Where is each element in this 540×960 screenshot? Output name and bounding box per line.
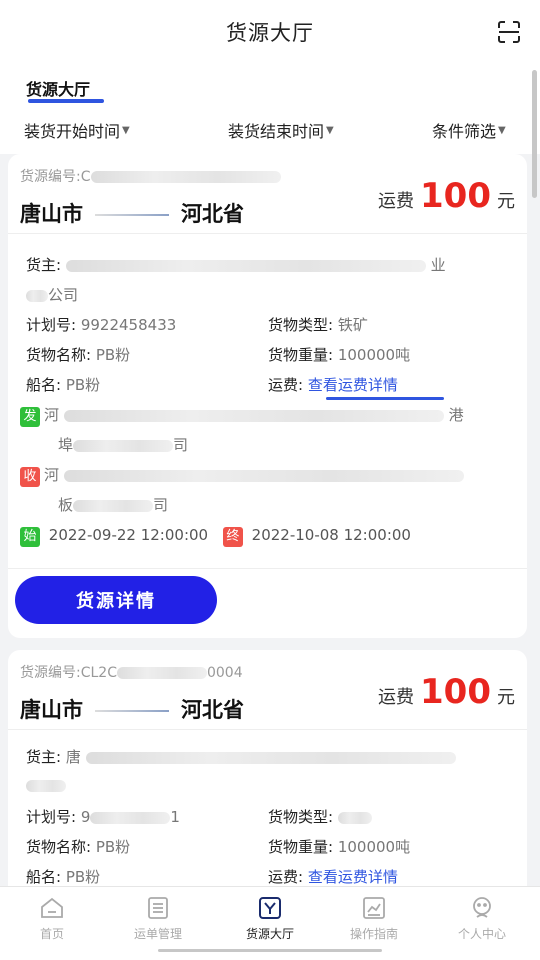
plan-number: 计划号: 9922458433 (26, 316, 177, 334)
divider (8, 568, 527, 569)
receive-address: 收河 (20, 464, 464, 487)
caret-down-icon: ▼ (326, 124, 334, 136)
caret-down-icon: ▼ (498, 124, 506, 136)
redacted-text (90, 171, 281, 183)
shipper-line2: 公司 (26, 284, 78, 305)
home-icon (41, 897, 63, 918)
fee-detail: 运费: 查看运费详情 (268, 376, 398, 394)
nav-cargo-hall[interactable]: 货源大厅 (224, 895, 316, 942)
route: 唐山市 河北省 (20, 198, 244, 228)
cargo-card: 货源编号:CL2C 0004 唐山市 河北省 运费 100 元 货主: 唐 计划号… (8, 650, 527, 886)
ship-name: 船名: PB粉 (26, 376, 101, 394)
scan-icon[interactable] (498, 21, 520, 43)
filter-conditions[interactable]: 条件筛选 ▼ (432, 118, 506, 142)
nav-waybill[interactable]: 运单管理 (112, 895, 204, 942)
receive-address-line2: 板司 (58, 496, 169, 514)
page-title: 货源大厅 (226, 21, 314, 45)
send-address-line2: 埠司 (58, 436, 189, 454)
end-time: 2022-10-08 12:00:00 (251, 526, 411, 544)
nav-label: 货源大厅 (245, 927, 294, 941)
view-fee-detail-link[interactable]: 查看运费详情 (308, 868, 398, 886)
cargo-detail-button[interactable]: 货源详情 (15, 576, 217, 624)
redacted-text (26, 779, 66, 792)
cargo-code: 货源编号:C (20, 166, 281, 186)
cargo-card: 货源编号:C 唐山市 河北省 运费 100 元 货主: 业 公司 计划号: 99… (8, 154, 527, 638)
cargo-type: 货物类型: (268, 806, 372, 827)
ship-name: 船名: PB粉 (26, 868, 101, 886)
redacted-text (116, 667, 207, 679)
filter-label: 条件筛选 (432, 122, 497, 141)
cargo-name: 货物名称: PB粉 (26, 838, 131, 856)
nav-label: 个人中心 (457, 927, 506, 941)
card-header: 货源编号:CL2C 0004 唐山市 河北省 运费 100 元 (8, 650, 527, 730)
filter-load-start-time[interactable]: 装货开始时间 ▼ (24, 118, 130, 142)
filter-load-end-time[interactable]: 装货结束时间 ▼ (228, 118, 334, 142)
shipper: 货主: 唐 (26, 746, 456, 767)
scrollbar[interactable] (532, 70, 537, 198)
cargo-hall-icon (259, 897, 281, 919)
shipper-line2 (26, 776, 66, 794)
filter-label: 装货开始时间 (24, 122, 121, 141)
fee-value: 100 (420, 672, 491, 712)
redacted-text (337, 811, 372, 824)
filter-row: 装货开始时间 ▼ 装货结束时间 ▼ 条件筛选 ▼ (0, 114, 540, 144)
route-from: 唐山市 (20, 698, 83, 722)
tab-cargo-hall[interactable]: 货源大厅 (26, 76, 90, 100)
cargo-weight: 货物重量: 100000吨 (268, 346, 411, 364)
nav-label: 运单管理 (133, 927, 182, 941)
view-fee-detail-link[interactable]: 查看运费详情 (308, 376, 398, 394)
cargo-type: 货物类型: 铁矿 (268, 316, 368, 334)
tab-filter-bar: 货源大厅 装货开始时间 ▼ 装货结束时间 ▼ 条件筛选 ▼ (0, 64, 540, 154)
guide-icon (363, 897, 385, 919)
cargo-name: 货物名称: PB粉 (26, 346, 131, 364)
time-range: 始 2022-09-22 12:00:00 终 2022-10-08 12:00… (20, 526, 411, 547)
shipper: 货主: 业 (26, 256, 446, 274)
nav-profile[interactable]: 个人中心 (436, 895, 528, 942)
redacted-text (73, 439, 174, 452)
receive-tag: 收 (20, 467, 40, 487)
route-arrow-line (95, 710, 169, 712)
redacted-text (90, 811, 171, 824)
redacted-text (26, 289, 48, 302)
nav-guide[interactable]: 操作指南 (328, 895, 420, 942)
route-arrow-line (95, 214, 169, 216)
cargo-weight: 货物重量: 100000吨 (268, 838, 411, 856)
fee-detail: 运费: 查看运费详情 (268, 868, 398, 886)
nav-label: 操作指南 (349, 927, 398, 941)
home-indicator (158, 949, 382, 952)
route-to: 河北省 (181, 202, 244, 226)
redacted-text (63, 469, 464, 482)
caret-down-icon: ▼ (122, 124, 130, 136)
redacted-text (65, 259, 426, 272)
waybill-icon (148, 897, 168, 919)
freight-fee: 运费 100 元 (378, 176, 515, 216)
bottom-nav: 首页 运单管理 货源大厅 操作指南 个人中心 (0, 886, 540, 960)
nav-label: 首页 (39, 927, 64, 941)
card-header: 货源编号:C 唐山市 河北省 运费 100 元 (8, 154, 527, 234)
send-address: 发河 港 (20, 404, 464, 427)
redacted-text (63, 409, 444, 422)
start-time: 2022-09-22 12:00:00 (48, 526, 209, 544)
plan-number: 计划号: 91 (26, 808, 180, 826)
fee-link-underline (326, 397, 444, 400)
start-tag: 始 (20, 527, 40, 547)
nav-home[interactable]: 首页 (6, 895, 98, 942)
redacted-text (85, 751, 456, 764)
profile-icon (473, 897, 491, 918)
route-to: 河北省 (181, 698, 244, 722)
fee-value: 100 (420, 176, 491, 216)
cargo-code: 货源编号:CL2C 0004 (20, 665, 243, 681)
end-tag: 终 (222, 527, 243, 547)
route: 唐山市 河北省 (20, 694, 244, 724)
send-tag: 发 (20, 407, 40, 427)
redacted-text (73, 499, 154, 512)
route-from: 唐山市 (20, 202, 83, 226)
filter-label: 装货结束时间 (228, 122, 325, 141)
tab-active-indicator (28, 99, 104, 103)
top-bar: 货源大厅 (0, 0, 540, 64)
freight-fee: 运费 100 元 (378, 672, 515, 712)
